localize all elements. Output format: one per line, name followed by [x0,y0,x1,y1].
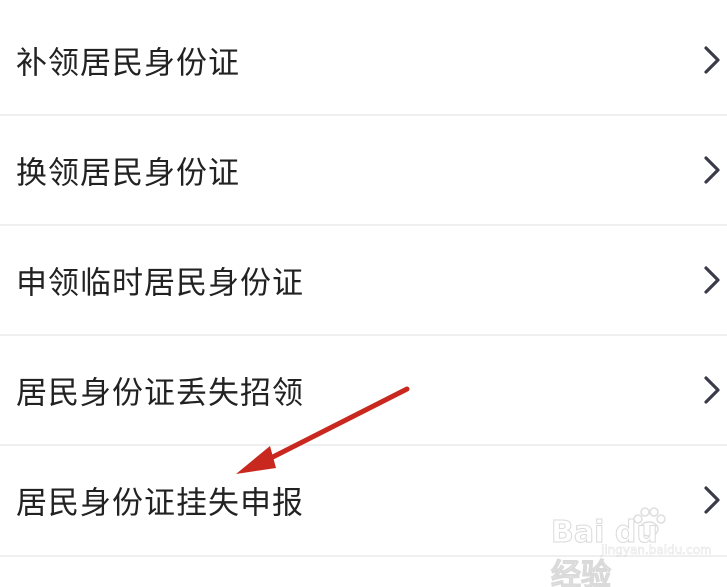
menu-list: 补领居民身份证 换领居民身份证 申领临时居民身份证 居民身份证丢失招领 居民身份… [0,0,727,587]
watermark-site: jingyan.baidu.com [601,543,712,558]
chevron-right-icon [704,376,720,404]
menu-item-label: 补领居民身份证 [16,45,240,82]
menu-item-label: 居民身份证挂失申报 [16,485,304,522]
menu-item-lost-and-found[interactable]: 居民身份证丢失招领 [0,335,727,445]
menu-item-renew-id-card[interactable]: 换领居民身份证 [0,115,727,225]
chevron-right-icon [704,156,720,184]
menu-item-temporary-id-card[interactable]: 申领临时居民身份证 [0,225,727,335]
baidu-jingyan-watermark: Bai du 经验 jingyan.baidu.com [521,501,712,587]
chevron-right-icon [704,266,720,294]
menu-item-label: 居民身份证丢失招领 [16,375,304,412]
row-divider [0,334,727,336]
menu-item-label: 换领居民身份证 [16,155,240,192]
row-divider [0,444,727,446]
row-divider [0,114,727,116]
menu-item-label: 申领临时居民身份证 [16,265,304,302]
row-divider [0,224,727,226]
chevron-right-icon [704,46,720,74]
menu-item-reissue-id-card[interactable]: 补领居民身份证 [0,5,727,115]
chevron-right-icon [704,486,720,514]
